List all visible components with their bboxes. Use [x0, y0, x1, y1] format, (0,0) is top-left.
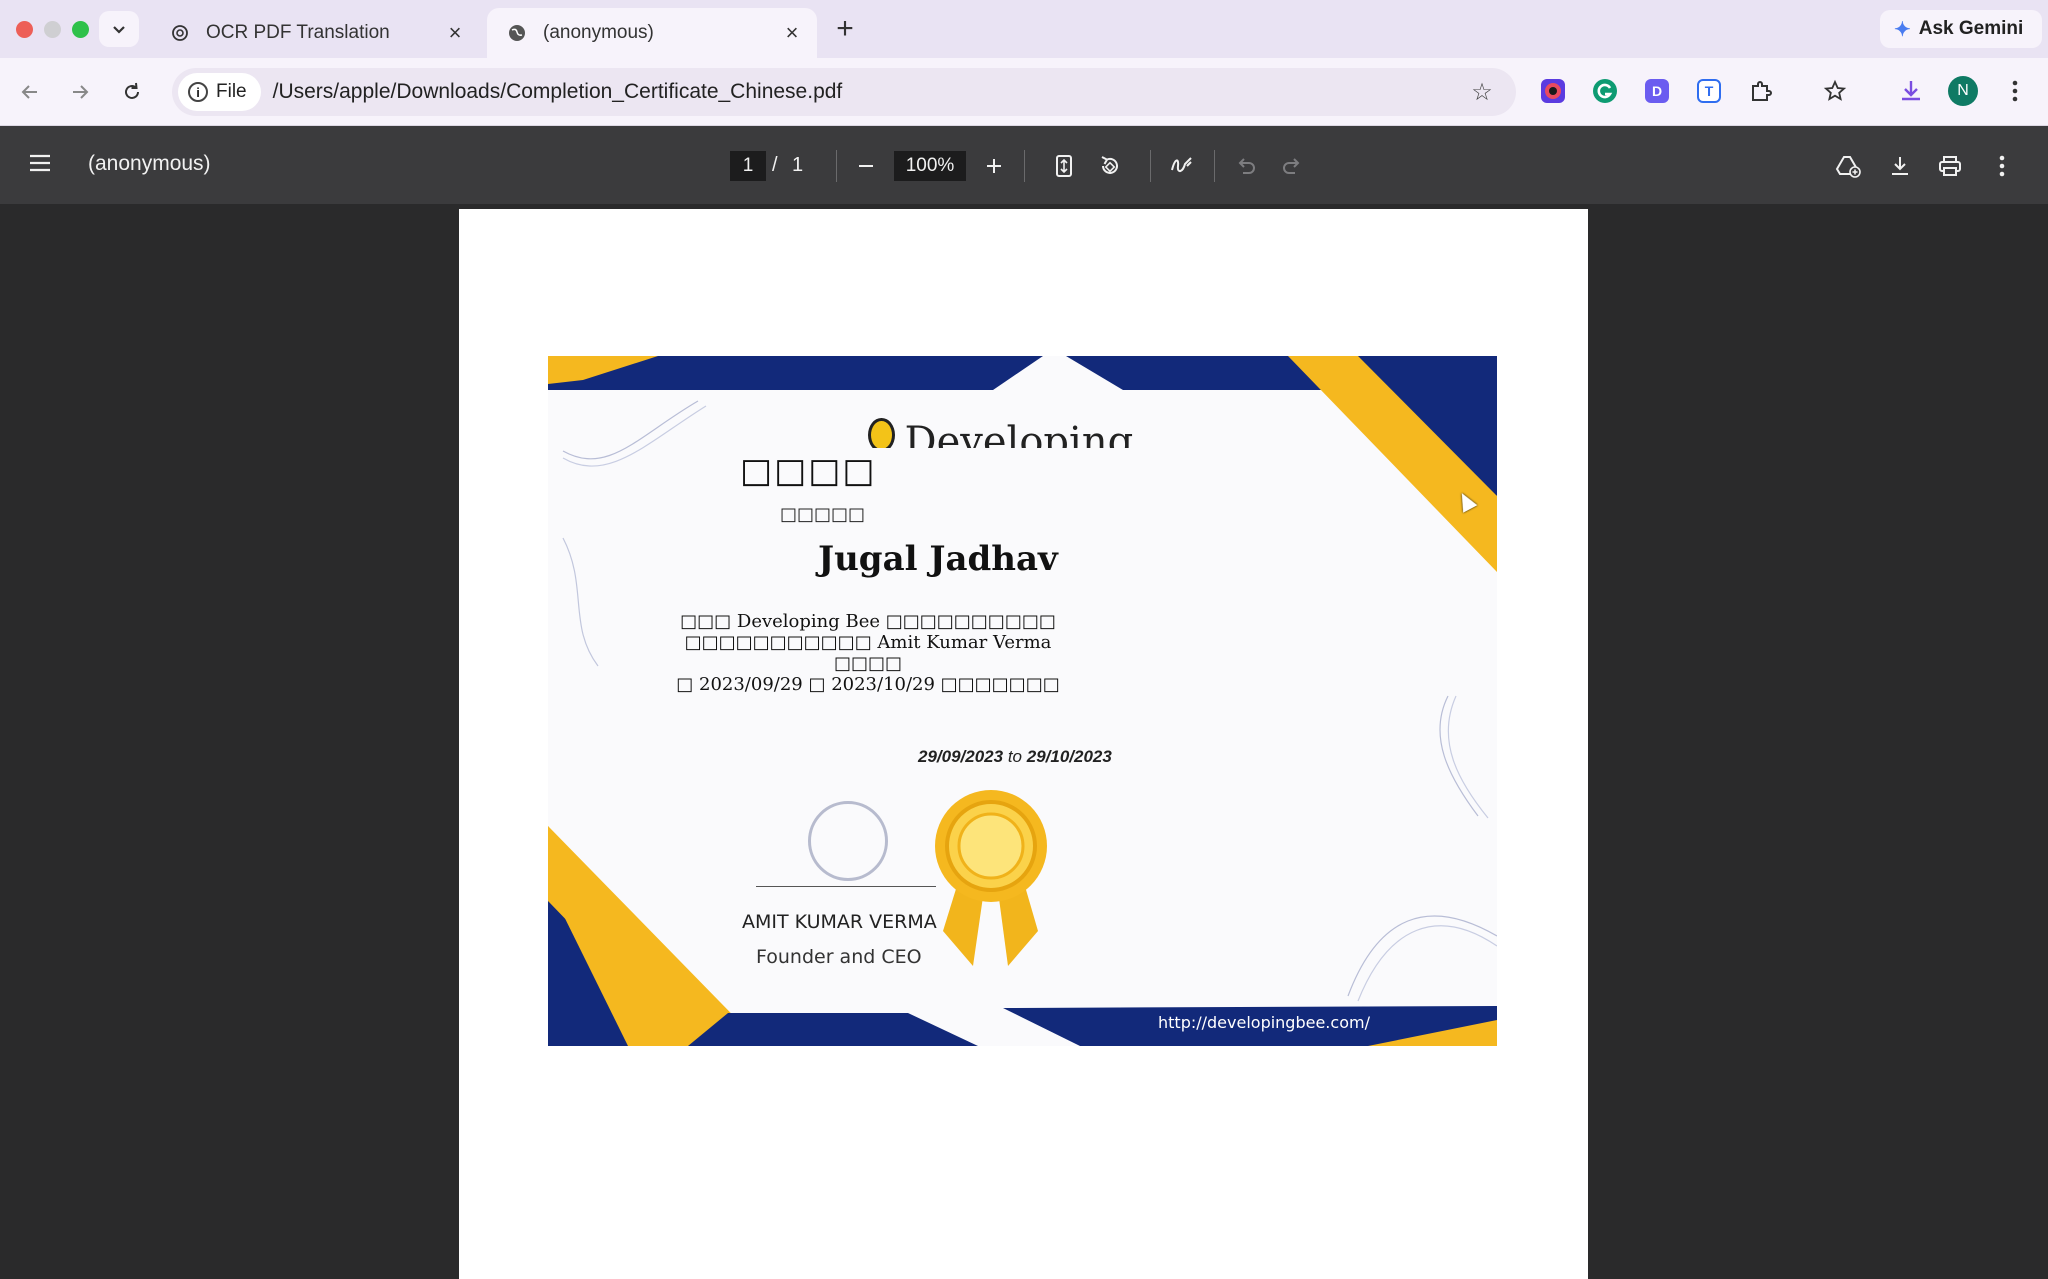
fit-to-page-button[interactable] [1048, 150, 1080, 182]
tab-title: OCR PDF Translation [206, 22, 390, 43]
download-icon [1892, 157, 1908, 175]
tab-search-button[interactable] [99, 11, 139, 47]
pdf-toolbar: (anonymous) 1 / 1 100% [0, 126, 2048, 204]
globe-icon [507, 23, 527, 43]
annotate-button[interactable] [1166, 150, 1198, 182]
extension-colorpick-icon[interactable] [1538, 76, 1568, 106]
zoom-out-button[interactable] [850, 150, 882, 182]
window-maximize-button[interactable] [72, 21, 89, 38]
rotate-button[interactable] [1094, 150, 1126, 182]
reading-list-icon[interactable] [1820, 76, 1850, 106]
close-icon[interactable]: × [777, 18, 807, 48]
page-total: 1 [792, 154, 804, 176]
certificate-body: □□□ Developing Bee □□□□□□□□□□ □□□□□□□□□□… [668, 611, 1068, 695]
new-tab-button[interactable]: + [830, 12, 860, 45]
zoom-level-input[interactable]: 100% [894, 151, 966, 181]
date-from: 29/09/2023 [918, 747, 1004, 766]
downloads-icon[interactable] [1896, 76, 1926, 106]
close-icon[interactable]: × [440, 18, 470, 48]
pen-draw-icon [1171, 157, 1192, 172]
profile-avatar[interactable]: N [1948, 76, 1978, 106]
toolbar-divider [1214, 150, 1215, 182]
logo-text: Developing Bee [904, 419, 1134, 448]
arrow-left-icon [21, 85, 37, 99]
certificate-image: Developing Bee □□□□ □□□□□ Jugal Jadhav □… [548, 356, 1497, 1046]
toolbar-divider [1150, 150, 1151, 182]
page-number-input[interactable]: 1 [730, 151, 766, 181]
signer-role: Founder and CEO [756, 946, 922, 968]
certificate-heading: □□□□ [740, 451, 877, 491]
recipient-name: Jugal Jadhav [818, 539, 1058, 579]
toolbar-divider [836, 150, 837, 182]
arrow-right-icon [73, 85, 89, 99]
bookmark-star-icon[interactable]: ☆ [1462, 78, 1502, 107]
back-button[interactable] [14, 76, 46, 108]
date-to: 29/10/2023 [1026, 747, 1112, 766]
certificate-logo: Developing Bee [868, 416, 1138, 448]
signer-name: AMIT KUMAR VERMA [742, 911, 937, 933]
tab-title: (anonymous) [543, 22, 654, 43]
certificate-background [548, 356, 1497, 1046]
body-line: □□□□□□□□□□□ Amit Kumar Verma □□□□ [684, 632, 1052, 674]
redo-button[interactable] [1276, 150, 1308, 182]
document-title: (anonymous) [88, 152, 211, 175]
site-info-chip[interactable]: i File [178, 73, 261, 111]
tab-ocr-pdf-translation[interactable]: OCR PDF Translation × [150, 8, 480, 58]
menu-icon[interactable] [28, 152, 56, 178]
window-minimize-button[interactable] [44, 21, 61, 38]
award-rosette-icon [935, 790, 1047, 966]
certificate-dates: 29/09/2023 to 29/10/2023 [918, 747, 1112, 767]
chevron-down-icon [113, 26, 125, 34]
ask-gemini-button[interactable]: ✦ Ask Gemini [1880, 10, 2042, 48]
extensions-puzzle-icon[interactable] [1746, 76, 1776, 106]
site-info-label: File [216, 81, 247, 102]
minus-icon [859, 165, 873, 167]
undo-button[interactable] [1230, 150, 1262, 182]
zoom-in-button[interactable] [978, 150, 1010, 182]
openai-icon [170, 23, 190, 43]
window-close-button[interactable] [16, 21, 33, 38]
extension-d-icon[interactable]: D [1642, 76, 1672, 106]
info-icon: i [188, 82, 208, 102]
reload-icon [125, 82, 139, 99]
toolbar-divider [1024, 150, 1025, 182]
reload-button[interactable] [116, 76, 148, 108]
ask-gemini-label: Ask Gemini [1918, 18, 2024, 39]
extension-grammarly-icon[interactable] [1590, 76, 1620, 106]
download-button[interactable] [1884, 150, 1916, 182]
website-url: http://developingbee.com/ [1158, 1013, 1370, 1032]
browser-menu-icon[interactable] [2000, 76, 2030, 106]
company-seal-stamp [808, 801, 888, 881]
bee-logo-icon [868, 418, 895, 448]
gemini-sparkle-icon: ✦ [1894, 18, 1911, 41]
forward-button[interactable] [64, 76, 96, 108]
undo-icon [1238, 158, 1255, 174]
pdf-page: Developing Bee □□□□ □□□□□ Jugal Jadhav □… [459, 209, 1588, 1279]
save-to-drive-button[interactable] [1832, 150, 1864, 182]
browser-toolbar: i File /Users/apple/Downloads/Completion… [0, 58, 2048, 126]
extension-translate-icon[interactable]: T [1694, 76, 1724, 106]
plus-icon [987, 159, 1001, 173]
page-separator: / [772, 154, 778, 176]
drive-add-icon [1835, 156, 1861, 178]
print-button[interactable] [1934, 150, 1966, 182]
body-line: □ 2023/09/29 □ 2023/10/29 □□□□□□□ [676, 674, 1060, 695]
tab-anonymous[interactable]: (anonymous) × [487, 8, 817, 58]
tab-strip: OCR PDF Translation × (anonymous) × + ✦ … [0, 0, 2048, 58]
url-text[interactable]: /Users/apple/Downloads/Completion_Certif… [273, 80, 1462, 104]
address-bar[interactable]: i File /Users/apple/Downloads/Completion… [172, 68, 1516, 116]
date-to-word: to [1007, 747, 1023, 766]
signature-line [756, 886, 936, 887]
fit-page-icon [1056, 155, 1072, 177]
rotate-icon [1101, 156, 1118, 174]
certificate-subheading: □□□□□ [780, 504, 866, 525]
redo-icon [1283, 158, 1300, 174]
print-icon [1939, 156, 1961, 176]
body-line: □□□ Developing Bee □□□□□□□□□□ [680, 611, 1056, 632]
more-actions-icon[interactable] [1986, 150, 2018, 182]
